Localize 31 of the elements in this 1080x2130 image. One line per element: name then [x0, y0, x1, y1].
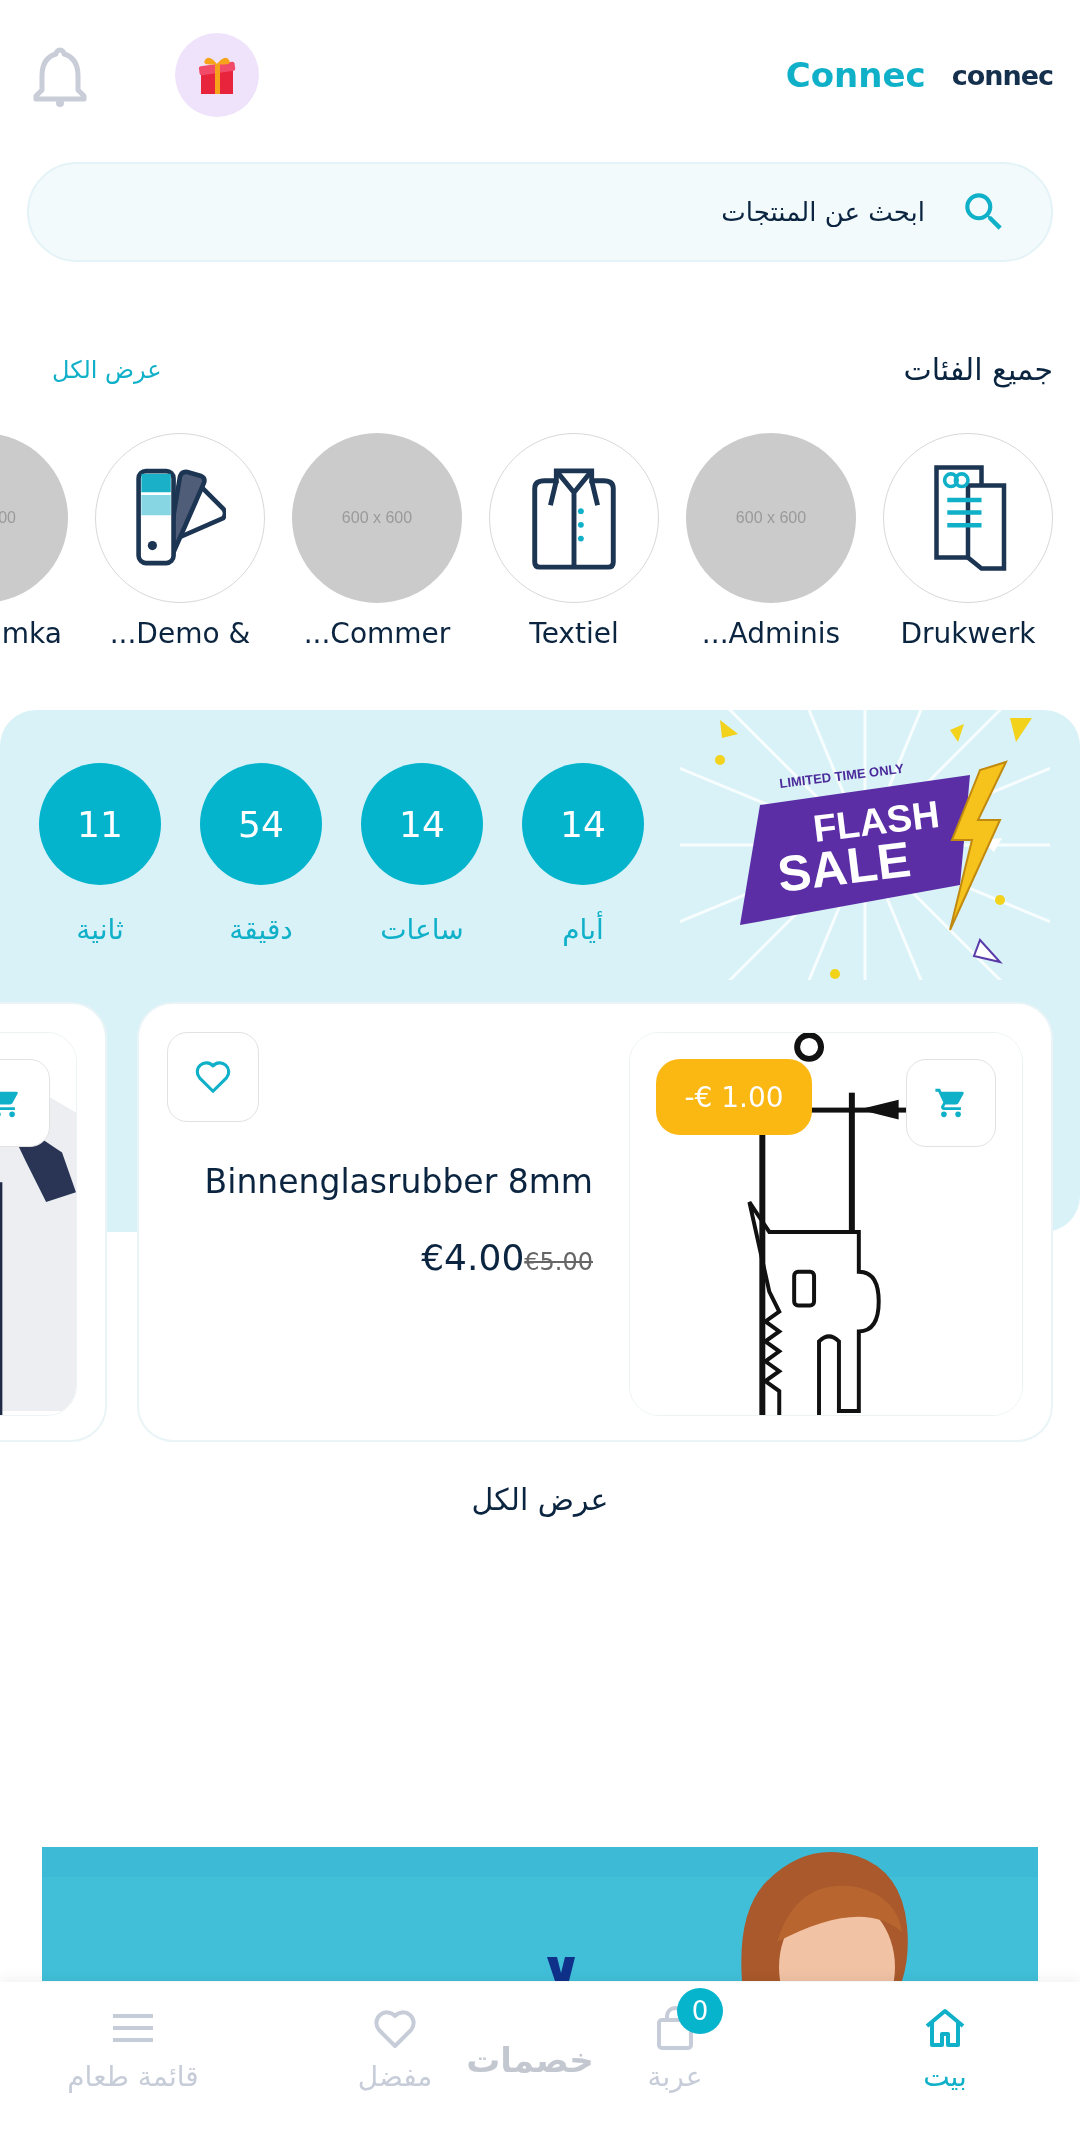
category-label: Textiel — [529, 617, 619, 650]
favorite-button[interactable] — [167, 1032, 259, 1122]
add-to-cart-button[interactable] — [906, 1059, 996, 1147]
nav-label: خصمات — [466, 2040, 594, 2080]
category-label: mka — [1, 617, 62, 650]
nav-tab[interactable]: قائمة طعام — [0, 1982, 266, 2130]
countdown-unit: ثانية — [76, 913, 124, 946]
nav-tab[interactable]: بيت — [810, 1982, 1080, 2130]
countdown-unit: ساعات — [380, 913, 464, 946]
section-title: جميع الفئات — [903, 352, 1053, 387]
category-label: ...Commer — [303, 617, 451, 650]
product-card[interactable]: -€ 1.00 Binnenglasrubber 8mm €4.00€5.00 — [137, 1002, 1053, 1442]
category-label: ...Demo & — [109, 617, 251, 650]
discount-badge: -€ 1.00 — [656, 1059, 812, 1135]
original-price: €5.00 — [524, 1248, 593, 1276]
category-label: ...Adminis — [701, 617, 841, 650]
product-price: €4.00 — [421, 1237, 525, 1278]
flash-sale-tagline: LIMITED TIME ONLY — [778, 760, 905, 791]
view-all-link[interactable]: عرض الكل — [52, 355, 162, 384]
countdown-unit: دقيقة — [229, 913, 293, 946]
brand-logo: connec — [951, 59, 1053, 91]
view-all-link[interactable]: عرض الكل — [471, 1482, 609, 1517]
brand-name: Connec — [785, 55, 926, 95]
cart-count-badge: 0 — [677, 1988, 723, 2034]
heart-icon — [194, 1059, 232, 1095]
search-field[interactable]: ابحث عن المنتجات — [71, 196, 927, 228]
product-name: Binnenglasrubber 8mm — [204, 1162, 593, 1201]
search-bar[interactable]: ابحث عن المنتجات — [27, 162, 1053, 262]
countdown-unit: أيام — [562, 913, 604, 946]
category-label: Drukwerk — [900, 617, 1036, 650]
nav-tab[interactable]: مفضل — [330, 1982, 460, 2130]
